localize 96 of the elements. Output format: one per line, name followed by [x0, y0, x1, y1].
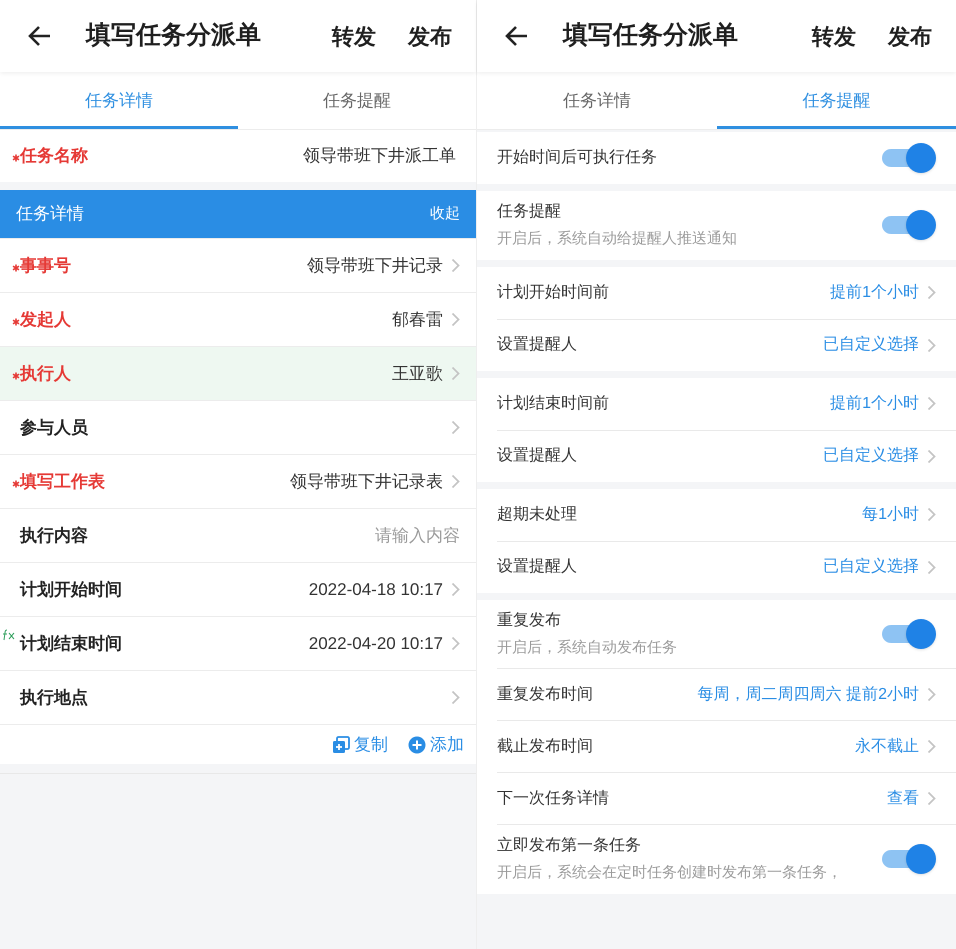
plus-circle-icon	[408, 736, 426, 754]
chevron-right-icon	[927, 560, 936, 574]
back-arrow-icon	[28, 25, 52, 47]
setting-label: 截止发布时间	[497, 736, 593, 756]
field-label: 执行地点	[20, 686, 88, 709]
toggle-switch[interactable]	[882, 844, 936, 874]
field-value: 郁春雷	[392, 308, 443, 331]
setting-value: 已自定义选择	[823, 334, 919, 355]
setting-label: 超期未处理	[497, 504, 577, 524]
form-row[interactable]: 任务名称 领导带班下井派工单	[0, 130, 476, 182]
chevron-right-icon	[927, 448, 936, 464]
setting-hint: 开启后，系统会在定时任务创建时发布第一条任务，	[497, 863, 842, 883]
setting-hint: 开启后，系统自动发布任务	[497, 638, 677, 658]
header-action-button[interactable]: 发布	[888, 20, 932, 52]
setting-label: 设置提醒人	[497, 557, 577, 577]
setting-label: 下一次任务详情	[497, 788, 609, 808]
toggle-switch[interactable]	[882, 210, 936, 240]
field-label: 计划结束时间	[20, 632, 122, 655]
form-row[interactable]: 计划结束时间 2022-04-20 10:17	[0, 616, 476, 670]
copy-icon	[332, 736, 350, 754]
chevron-right-icon	[927, 687, 936, 702]
chevron-right-icon	[451, 366, 460, 381]
setting-value: 提前1个小时	[830, 394, 919, 414]
form-row[interactable]: 执行内容 请输入内容	[0, 508, 476, 562]
header-action-button[interactable]: 发布	[408, 20, 452, 52]
toggle-switch[interactable]	[882, 618, 936, 649]
form-row[interactable]: 事事号 领导带班下井记录	[0, 238, 476, 292]
setting-label: 开始时间后可执行任务	[497, 148, 657, 168]
setting-row[interactable]: 设置提醒人 已自定义选择	[497, 318, 956, 370]
setting-label: 立即发布第一条任务	[497, 836, 642, 856]
setting-value: 永不截止	[855, 736, 919, 756]
chevron-right-icon	[451, 420, 460, 435]
chevron-right-icon	[451, 474, 460, 489]
chevron-right-icon	[451, 258, 460, 273]
form-row[interactable]: 执行地点	[0, 670, 476, 724]
field-label: 填写工作表	[20, 470, 105, 493]
page-title: 填写任务分派单	[86, 20, 261, 52]
setting-label: 计划开始时间前	[497, 282, 609, 302]
chevron-right-icon	[451, 312, 460, 327]
section-title: 任务详情	[16, 203, 84, 226]
setting-row[interactable]: 计划结束时间前 提前1个小时	[497, 378, 956, 430]
field-value: 领导带班下井派工单	[303, 145, 456, 168]
setting-row[interactable]: 超期未处理 每1小时	[497, 488, 956, 540]
back-arrow-icon	[505, 25, 529, 47]
chevron-right-icon	[451, 582, 460, 597]
setting-row[interactable]: 截止发布时间 永不截止	[497, 720, 956, 772]
setting-row[interactable]: 设置提醒人 已自定义选择	[497, 430, 956, 482]
setting-label: 计划结束时间前	[497, 394, 609, 414]
form-row[interactable]: 发起人 郁春雷	[0, 292, 476, 346]
chevron-right-icon	[451, 636, 460, 651]
header-action-button[interactable]: 转发	[812, 20, 856, 52]
setting-row[interactable]: 设置提醒人 已自定义选择	[497, 540, 956, 592]
chevron-right-icon	[927, 739, 936, 754]
field-label: 执行内容	[20, 524, 88, 547]
field-label: 发起人	[20, 308, 71, 331]
field-label: 任务名称	[20, 145, 88, 168]
field-value: 领导带班下井记录表	[290, 470, 443, 493]
chevron-right-icon	[927, 791, 936, 806]
form-row[interactable]: 参与人员	[0, 400, 476, 454]
field-label: 执行人	[20, 362, 71, 385]
setting-value: 每周，周二周四周六 提前2小时	[698, 684, 919, 704]
setting-value: 已自定义选择	[823, 446, 919, 466]
header-action-button[interactable]: 转发	[332, 20, 376, 52]
form-row[interactable]: 填写工作表 领导带班下井记录表	[0, 454, 476, 508]
setting-label: 任务提醒	[497, 202, 562, 222]
setting-value: 已自定义选择	[823, 556, 919, 577]
field-value: 领导带班下井记录	[307, 254, 443, 277]
setting-value: 每1小时	[862, 504, 919, 524]
tab[interactable]: 任务详情	[477, 72, 716, 129]
page-title: 填写任务分派单	[563, 20, 738, 52]
chevron-right-icon	[927, 338, 936, 352]
setting-label: 设置提醒人	[497, 335, 577, 355]
toggle-switch[interactable]	[882, 143, 936, 173]
field-label: 参与人员	[20, 416, 88, 439]
setting-value: 查看	[887, 788, 919, 808]
content-input-field[interactable]: 请输入内容	[260, 522, 460, 548]
tab[interactable]: 任务提醒	[238, 72, 476, 129]
field-label: 计划开始时间	[20, 578, 122, 601]
chevron-right-icon	[451, 690, 460, 705]
setting-row[interactable]: 计划开始时间前 提前1个小时	[497, 266, 956, 318]
setting-value: 提前1个小时	[830, 282, 919, 302]
chevron-right-icon	[927, 285, 936, 300]
field-value: 王亚歌	[392, 362, 443, 385]
setting-label: 设置提醒人	[497, 446, 577, 466]
chevron-right-icon	[927, 396, 936, 411]
setting-row[interactable]: 下一次任务详情 查看	[497, 772, 956, 824]
setting-label: 重复发布时间	[497, 684, 593, 704]
field-value: 2022-04-18 10:17	[308, 578, 443, 601]
setting-hint: 开启后，系统自动给提醒人推送通知	[497, 229, 737, 249]
setting-label: 重复发布	[497, 610, 562, 630]
chevron-right-icon	[927, 507, 936, 522]
form-row[interactable]: 计划开始时间 2022-04-18 10:17	[0, 562, 476, 616]
form-row[interactable]: 执行人 王亚歌	[0, 346, 476, 400]
field-value: 2022-04-20 10:17	[308, 632, 443, 655]
field-label: 事事号	[20, 254, 71, 277]
setting-row[interactable]: 重复发布时间 每周，周二周四周六 提前2小时	[497, 668, 956, 720]
